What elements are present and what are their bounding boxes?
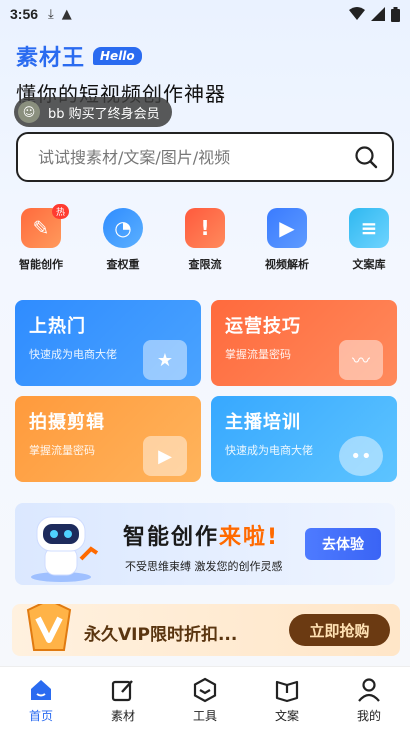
status-bar: 3:56 ⤓ ▲ <box>0 0 410 28</box>
play-icon: ▶ <box>143 436 187 476</box>
toast-text: bb 购买了终身会员 <box>48 106 160 122</box>
hot-badge: 热 <box>52 204 70 219</box>
tab-copywriting[interactable]: 文案 <box>246 667 328 730</box>
purchase-toast: ☺ bb 购买了终身会员 <box>14 97 172 127</box>
card-title: 主播培训 <box>225 412 301 433</box>
ai-banner-title-highlight: 来啦! <box>219 525 280 550</box>
star-icon: ★ <box>143 340 187 380</box>
card-title: 运营技巧 <box>225 316 301 337</box>
tool-check-limit[interactable]: ! 查限流 <box>164 208 246 272</box>
pie-chart-icon: ◔ <box>103 208 143 248</box>
card-title: 拍摄剪辑 <box>29 412 105 433</box>
card-title: 上热门 <box>29 316 86 337</box>
edit-square-icon <box>111 680 133 702</box>
ai-banner-title: 智能创作来啦! <box>123 519 279 551</box>
notification-icon: ▲ <box>61 6 72 22</box>
chat-bubble-icon: •• <box>339 436 383 476</box>
tool-label: 视频解析 <box>265 258 309 271</box>
tab-profile[interactable]: 我的 <box>328 667 410 730</box>
wifi-icon <box>349 7 365 20</box>
download-icon: ⤓ <box>48 6 54 22</box>
home-icon <box>31 680 51 700</box>
tab-label: 首页 <box>28 709 53 723</box>
bottom-tab-bar: 首页 素材 工具 文案 我的 <box>0 666 410 730</box>
signal-icon <box>371 7 385 21</box>
pulse-icon: 〰 <box>339 340 383 380</box>
tab-label: 素材 <box>110 709 135 723</box>
feature-cards: 上热门 快速成为电商大佬 ★ 运营技巧 掌握流量密码 〰 拍摄剪辑 掌握流量密码… <box>15 300 397 482</box>
user-icon <box>358 678 380 702</box>
tab-materials[interactable]: 素材 <box>82 667 164 730</box>
tab-label: 工具 <box>192 709 217 723</box>
vip-crown-icon <box>26 604 72 651</box>
brand-header: 素材王 Hello <box>16 40 142 72</box>
vip-promo-banner[interactable]: 永久VIP限时折扣... 立即抢购 <box>12 604 400 656</box>
search-icon[interactable] <box>354 145 378 169</box>
tool-smart-create[interactable]: ✎ 热 智能创作 <box>0 204 82 272</box>
status-time: 3:56 <box>10 6 39 22</box>
brand-name: 素材王 <box>16 46 86 71</box>
hello-badge: Hello <box>93 47 142 65</box>
tab-home[interactable]: 首页 <box>0 667 82 730</box>
card-operation-tips[interactable]: 运营技巧 掌握流量密码 〰 <box>211 300 397 386</box>
search-bar[interactable] <box>16 132 394 182</box>
battery-icon <box>391 6 400 22</box>
vip-promo-text: 永久VIP限时折扣... <box>84 625 238 645</box>
ai-banner-subtitle: 不受思维束缚 激发您的创作灵感 <box>125 560 283 573</box>
card-streamer-training[interactable]: 主播培训 快速成为电商大佬 •• <box>211 396 397 482</box>
ai-create-banner[interactable]: 智能创作来啦! 不受思维束缚 激发您的创作灵感 去体验 <box>15 503 395 585</box>
tool-label: 智能创作 <box>19 258 63 271</box>
tool-check-weight[interactable]: ◔ 查权重 <box>82 208 164 272</box>
book-icon: ≡ <box>349 208 389 248</box>
buy-now-button[interactable]: 立即抢购 <box>289 614 390 646</box>
tool-copy-library[interactable]: ≡ 文案库 <box>328 208 410 272</box>
robot-icon <box>31 516 99 582</box>
tool-label: 查权重 <box>106 258 140 271</box>
ai-banner-title-main: 智能创作 <box>123 525 220 550</box>
tool-label: 查限流 <box>188 258 222 271</box>
avatar: ☺ <box>18 101 40 123</box>
video-camera-icon: ▶ <box>267 208 307 248</box>
tool-label: 文案库 <box>352 258 386 271</box>
tool-shortcuts: ✎ 热 智能创作 ◔ 查权重 ! 查限流 ▶ 视频解析 ≡ 文案库 <box>0 204 410 272</box>
tab-tools[interactable]: 工具 <box>164 667 246 730</box>
search-input[interactable] <box>38 147 354 167</box>
card-shoot-edit[interactable]: 拍摄剪辑 掌握流量密码 ▶ <box>15 396 201 482</box>
card-hot-trending[interactable]: 上热门 快速成为电商大佬 ★ <box>15 300 201 386</box>
try-now-button[interactable]: 去体验 <box>305 528 381 560</box>
hexagon-icon <box>193 677 217 703</box>
tab-label: 文案 <box>274 709 299 723</box>
open-book-icon <box>275 680 299 703</box>
alert-icon: ! <box>185 208 225 248</box>
tool-video-parse[interactable]: ▶ 视频解析 <box>246 208 328 272</box>
tab-label: 我的 <box>356 709 381 723</box>
